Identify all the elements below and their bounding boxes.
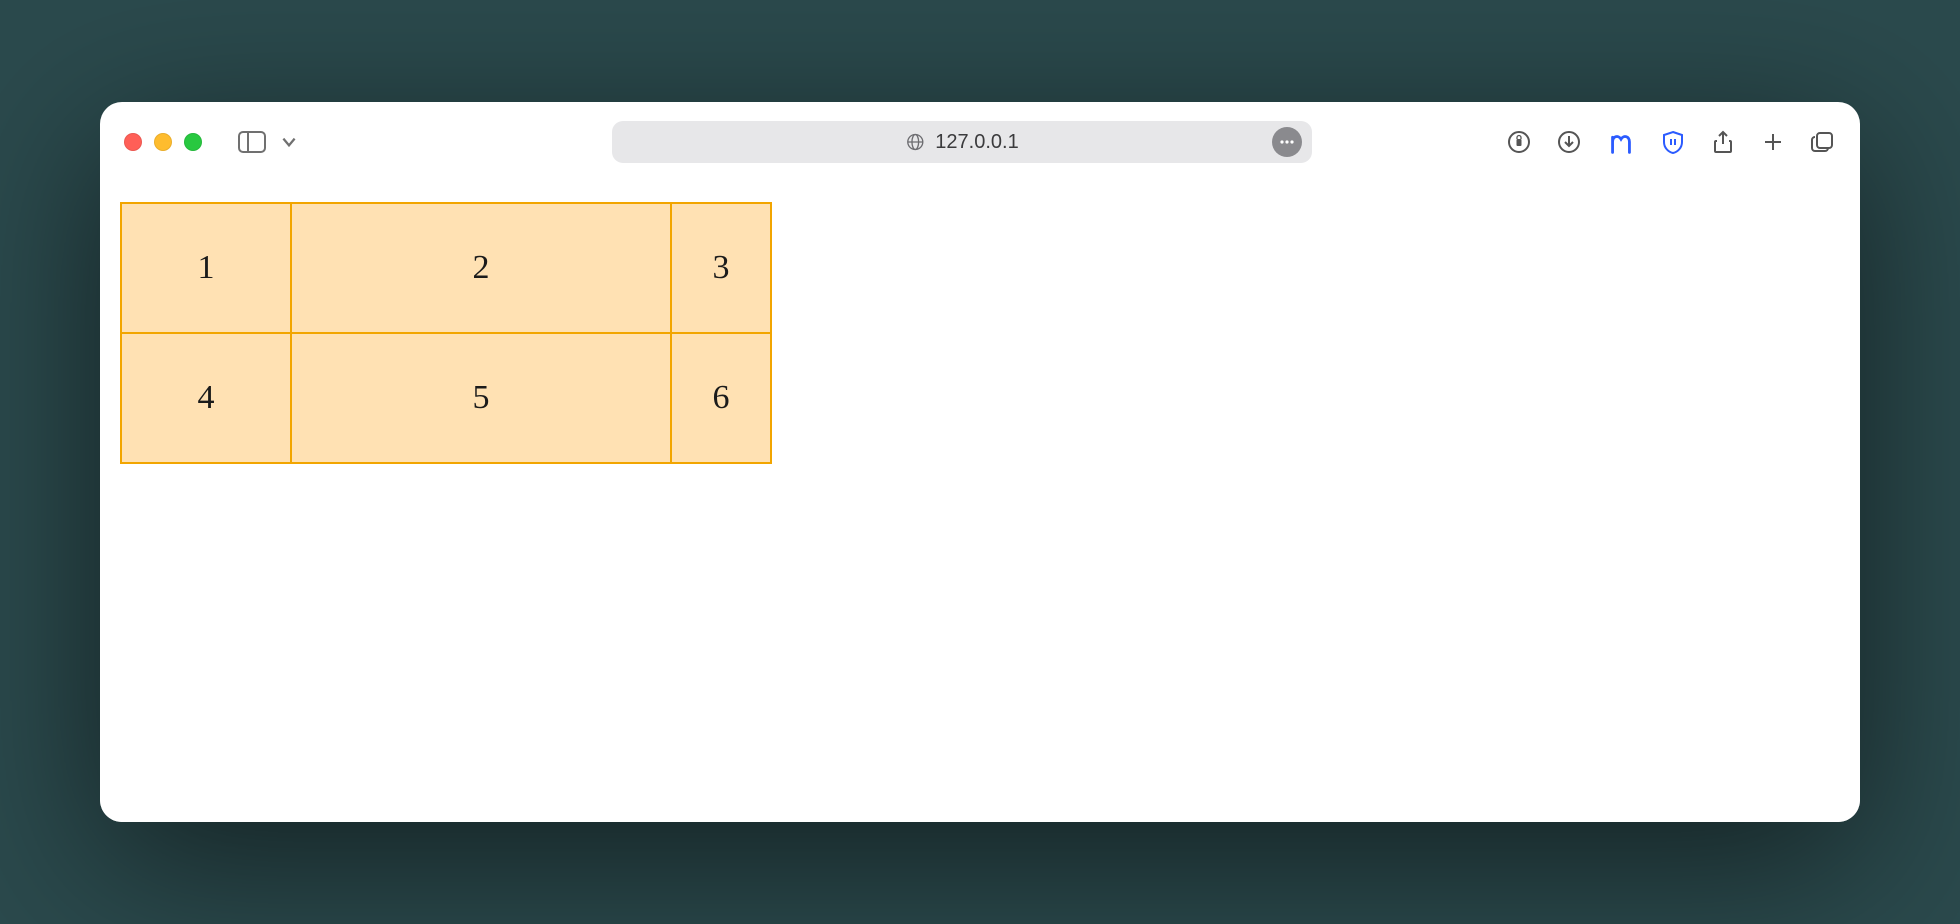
browser-window: 127.0.0.1 [100, 102, 1860, 822]
window-minimize-button[interactable] [154, 133, 172, 151]
toolbar-right [1506, 127, 1836, 157]
table-row: 1 2 3 [121, 203, 771, 333]
table-cell: 4 [121, 333, 291, 463]
table-cell: 1 [121, 203, 291, 333]
tab-group-dropdown-button[interactable] [280, 133, 298, 151]
new-tab-button[interactable] [1760, 129, 1786, 155]
reader-more-button[interactable] [1272, 127, 1302, 157]
grid-table: 1 2 3 4 5 6 [120, 202, 772, 464]
page-content: 1 2 3 4 5 6 [100, 182, 1860, 822]
table-cell: 6 [671, 333, 771, 463]
adblock-shield-icon[interactable] [1660, 129, 1686, 155]
table-cell: 3 [671, 203, 771, 333]
table-cell: 2 [291, 203, 671, 333]
share-button[interactable] [1710, 129, 1736, 155]
honey-extension-icon[interactable] [1606, 127, 1636, 157]
address-text: 127.0.0.1 [935, 131, 1018, 154]
sidebar-toggle-button[interactable] [238, 130, 266, 154]
address-area: 127.0.0.1 [450, 121, 1474, 163]
address-bar[interactable]: 127.0.0.1 [612, 121, 1312, 163]
privacy-report-icon[interactable] [1506, 129, 1532, 155]
tab-overview-button[interactable] [1810, 129, 1836, 155]
window-close-button[interactable] [124, 133, 142, 151]
toolbar-left [238, 130, 298, 154]
window-zoom-button[interactable] [184, 133, 202, 151]
traffic-lights [124, 133, 202, 151]
globe-icon [905, 132, 925, 152]
downloads-button[interactable] [1556, 129, 1582, 155]
table-cell: 5 [291, 333, 671, 463]
table-row: 4 5 6 [121, 333, 771, 463]
browser-titlebar: 127.0.0.1 [100, 102, 1860, 182]
